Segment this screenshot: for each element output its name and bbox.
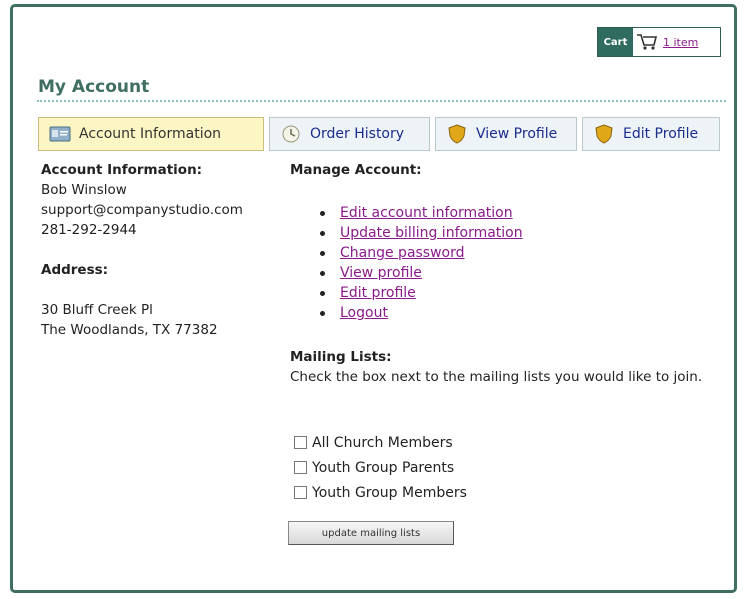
shield-icon: [446, 124, 468, 144]
id-card-icon: [49, 124, 71, 144]
checkbox-label: Youth Group Parents: [312, 459, 455, 476]
list-item: View profile: [320, 263, 523, 283]
tab-order-history[interactable]: Order History: [269, 117, 430, 151]
list-item: Logout: [320, 303, 523, 323]
checkbox-label: Youth Group Members: [312, 484, 467, 501]
page-title: My Account: [38, 77, 150, 97]
update-billing-information-link[interactable]: Update billing information: [340, 225, 523, 241]
cart-item-count-link[interactable]: 1 item: [661, 28, 698, 56]
manage-account-heading: Manage Account:: [290, 162, 422, 178]
mailing-lists-section: Mailing Lists: Check the box next to the…: [290, 347, 720, 387]
tab-label: Order History: [310, 126, 405, 142]
tab-edit-profile[interactable]: Edit Profile: [582, 117, 720, 151]
tab-account-information[interactable]: Account Information: [38, 117, 264, 151]
youth-group-members-checkbox[interactable]: [294, 486, 307, 499]
edit-account-information-link[interactable]: Edit account information: [340, 205, 513, 221]
shopping-cart-icon: [633, 28, 661, 56]
all-church-members-checkbox[interactable]: [294, 436, 307, 449]
mailing-list-options: All Church Members Youth Group Parents Y…: [294, 430, 467, 505]
list-item: Edit profile: [320, 283, 523, 303]
mailing-list-option[interactable]: Youth Group Members: [294, 480, 467, 505]
title-divider: [37, 100, 726, 102]
list-item: Change password: [320, 243, 523, 263]
address-heading: Address:: [41, 262, 109, 278]
change-password-link[interactable]: Change password: [340, 245, 465, 261]
address-line-2: The Woodlands, TX 77382: [41, 322, 218, 338]
clock-icon: [280, 124, 302, 144]
shield-icon: [593, 124, 615, 144]
cart-widget[interactable]: Cart 1 item: [597, 27, 721, 57]
address-line-1: 30 Bluff Creek Pl: [41, 302, 153, 318]
tab-view-profile[interactable]: View Profile: [435, 117, 577, 151]
mailing-lists-description: Check the box next to the mailing lists …: [290, 369, 703, 385]
account-details: Account Information: Bob Winslow support…: [41, 160, 243, 340]
logout-link[interactable]: Logout: [340, 305, 388, 321]
account-phone: 281-292-2944: [41, 222, 137, 238]
mailing-lists-heading: Mailing Lists:: [290, 349, 392, 365]
account-email: support@companystudio.com: [41, 202, 243, 218]
edit-profile-link[interactable]: Edit profile: [340, 285, 416, 301]
account-name: Bob Winslow: [41, 182, 127, 198]
tab-label: Edit Profile: [623, 126, 699, 142]
mailing-list-option[interactable]: Youth Group Parents: [294, 455, 467, 480]
tab-label: Account Information: [79, 126, 222, 142]
update-mailing-lists-button[interactable]: update mailing lists: [288, 521, 454, 545]
list-item: Update billing information: [320, 223, 523, 243]
manage-account-links: Edit account information Update billing …: [320, 203, 523, 323]
tab-label: View Profile: [476, 126, 558, 142]
manage-account-section: Manage Account:: [290, 160, 422, 180]
view-profile-link[interactable]: View profile: [340, 265, 422, 281]
account-info-heading: Account Information:: [41, 162, 203, 178]
list-item: Edit account information: [320, 203, 523, 223]
youth-group-parents-checkbox[interactable]: [294, 461, 307, 474]
checkbox-label: All Church Members: [312, 434, 453, 451]
cart-label: Cart: [598, 28, 633, 56]
mailing-list-option[interactable]: All Church Members: [294, 430, 467, 455]
